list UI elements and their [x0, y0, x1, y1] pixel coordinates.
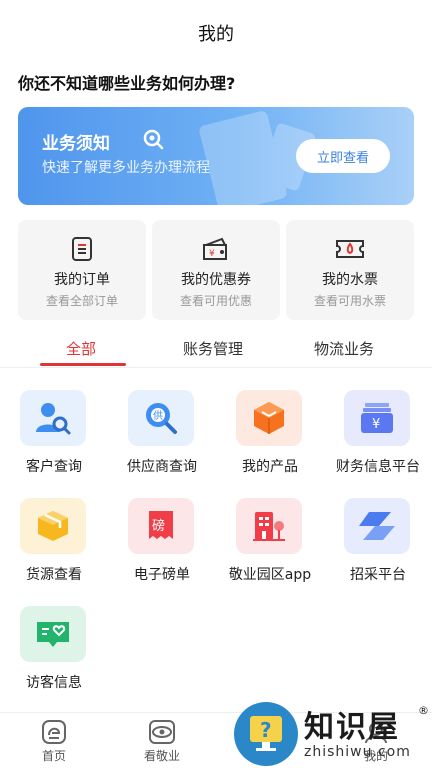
service-supplier-search[interactable]: 供 供应商查询 — [108, 390, 216, 490]
nav-label: 首页 — [41, 749, 66, 763]
park-building-icon — [236, 498, 302, 554]
watermark-registered: ® — [418, 704, 429, 717]
watermark-text: 知识屋 — [304, 710, 400, 745]
card-title: 我的订单 — [54, 272, 110, 288]
watermark-logo: ? 知识屋 ® zhishiwu.com — [232, 700, 432, 768]
card-my-orders[interactable]: 我的订单 查看全部订单 — [18, 220, 146, 320]
help-monitor-icon: ? — [250, 716, 282, 751]
business-notice-banner[interactable]: 业务须知 快速了解更多业务办理流程 立即查看 — [18, 107, 414, 205]
customer-search-icon — [20, 390, 86, 446]
service-label: 敬业园区app — [228, 567, 312, 583]
coupon-icon: ¥ — [203, 237, 227, 260]
service-label: 供应商查询 — [127, 459, 197, 475]
visitor-icon — [20, 606, 86, 662]
service-label: 财务信息平台 — [336, 459, 420, 475]
quick-cards: 我的订单 查看全部订单 ¥ 我的优惠券 查看可用优惠 我的水票 查看可用水票 — [18, 220, 414, 320]
product-cube-icon — [236, 390, 302, 446]
service-procurement-platform[interactable]: 招采平台 — [324, 498, 432, 598]
svg-text:¥: ¥ — [209, 249, 215, 259]
active-tab-indicator — [40, 363, 126, 366]
card-subtitle: 查看可用水票 — [313, 294, 386, 308]
watermark-circle: ? — [234, 702, 298, 766]
finance-icon: ¥ — [344, 390, 410, 446]
card-title: 我的优惠券 — [181, 272, 251, 288]
business-question-heading: 你还不知道哪些业务如何办理? — [18, 74, 236, 93]
search-icon — [143, 129, 164, 150]
card-subtitle: 查看可用优惠 — [179, 294, 252, 308]
banner-subtitle: 快速了解更多业务办理流程 — [42, 160, 210, 176]
svg-text:供: 供 — [153, 409, 163, 422]
service-label: 我的产品 — [242, 459, 298, 475]
service-label: 客户查询 — [26, 459, 82, 475]
service-park-app[interactable]: 敬业园区app — [216, 498, 324, 598]
card-my-water-tickets[interactable]: 我的水票 查看可用水票 — [286, 220, 414, 320]
page-header: 我的 — [0, 0, 432, 66]
service-label: 访客信息 — [26, 675, 82, 691]
service-label: 电子磅单 — [134, 567, 190, 583]
nav-view[interactable]: 看敬业 — [122, 713, 202, 768]
service-goods-view[interactable]: 货源查看 — [0, 498, 108, 598]
goods-box-icon — [20, 498, 86, 554]
procurement-icon — [344, 498, 410, 554]
view-icon — [149, 720, 175, 744]
order-icon — [72, 237, 92, 261]
svg-text:磅: 磅 — [152, 518, 165, 534]
service-customer-search[interactable]: 客户查询 — [0, 390, 108, 490]
water-ticket-icon — [336, 240, 364, 258]
service-my-products[interactable]: 我的产品 — [216, 390, 324, 490]
supplier-search-icon: 供 — [128, 390, 194, 446]
service-visitor-info[interactable]: 访客信息 — [0, 606, 108, 706]
banner-title: 业务须知 — [42, 134, 110, 154]
card-title: 我的水票 — [322, 272, 378, 288]
home-icon — [42, 720, 66, 744]
weighbill-icon: 磅 — [128, 498, 194, 554]
svg-text:?: ? — [260, 718, 272, 742]
tab-all[interactable]: 全部 — [66, 338, 96, 359]
nav-home[interactable]: 首页 — [14, 713, 94, 768]
category-tabs: 全部 账务管理 物流业务 — [0, 330, 432, 368]
view-now-button[interactable]: 立即查看 — [296, 139, 390, 173]
tab-accounting[interactable]: 账务管理 — [183, 338, 243, 359]
page-title: 我的 — [198, 24, 234, 45]
watermark-url: zhishiwu.com — [304, 744, 411, 760]
card-subtitle: 查看全部订单 — [45, 294, 118, 308]
tab-logistics[interactable]: 物流业务 — [314, 338, 374, 359]
nav-label: 看敬业 — [143, 749, 180, 763]
svg-text:¥: ¥ — [372, 417, 380, 432]
service-finance-platform[interactable]: ¥ 财务信息平台 — [324, 390, 432, 490]
service-label: 招采平台 — [350, 567, 406, 583]
service-e-weighbill[interactable]: 磅 电子磅单 — [108, 498, 216, 598]
card-my-coupons[interactable]: ¥ 我的优惠券 查看可用优惠 — [152, 220, 280, 320]
service-label: 货源查看 — [26, 567, 82, 583]
